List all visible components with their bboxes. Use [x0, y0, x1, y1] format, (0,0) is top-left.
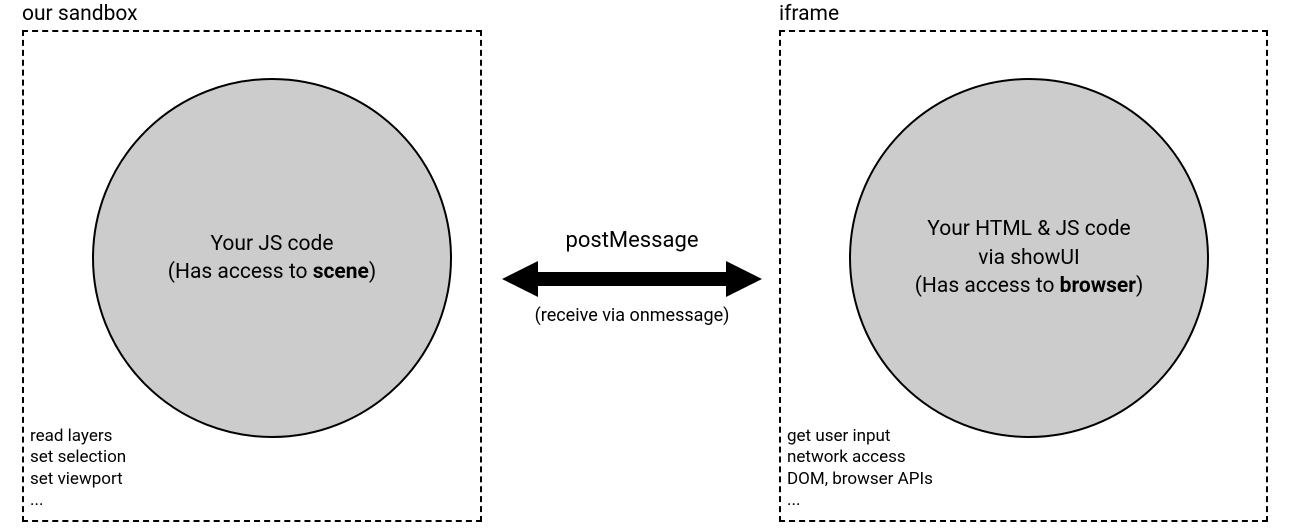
arrow-bottom-label: (receive via onmessage)	[535, 305, 730, 326]
left-cap-item: set viewport	[30, 469, 126, 490]
double-arrow-icon	[502, 259, 762, 299]
right-circle-line3-prefix: (Has access to	[915, 274, 1060, 298]
left-capabilities-list: read layers set selection set viewport .…	[30, 426, 126, 511]
left-circle: Your JS code (Has access to scene)	[92, 78, 452, 438]
right-cap-item: ...	[787, 490, 933, 511]
right-cap-item: network access	[787, 447, 933, 468]
arrow-top-label: postMessage	[565, 228, 698, 253]
right-capabilities-list: get user input network access DOM, brows…	[787, 426, 933, 511]
left-circle-line2: (Has access to scene)	[168, 258, 376, 286]
right-cap-item: DOM, browser APIs	[787, 469, 933, 490]
right-circle-line3-bold: browser	[1060, 274, 1136, 298]
message-arrow-section: postMessage (receive via onmessage)	[498, 228, 766, 326]
left-circle-line2-prefix: (Has access to	[168, 260, 313, 284]
right-circle-line3-suffix: )	[1136, 274, 1143, 298]
right-circle: Your HTML & JS code via showUI (Has acce…	[849, 78, 1209, 438]
architecture-diagram: our sandbox Your JS code (Has access to …	[0, 0, 1290, 532]
left-cap-item: read layers	[30, 426, 126, 447]
left-cap-item: ...	[30, 490, 126, 511]
left-cap-item: set selection	[30, 447, 126, 468]
left-circle-line2-bold: scene	[313, 260, 369, 284]
right-circle-line2: via showUI	[978, 244, 1079, 272]
left-circle-line2-suffix: )	[369, 260, 376, 284]
right-cap-item: get user input	[787, 426, 933, 447]
right-circle-line3: (Has access to browser)	[915, 272, 1144, 300]
right-box-title: iframe	[779, 2, 839, 26]
left-box-title: our sandbox	[22, 2, 138, 26]
right-circle-line1: Your HTML & JS code	[927, 215, 1130, 243]
left-circle-line1: Your JS code	[210, 230, 333, 258]
